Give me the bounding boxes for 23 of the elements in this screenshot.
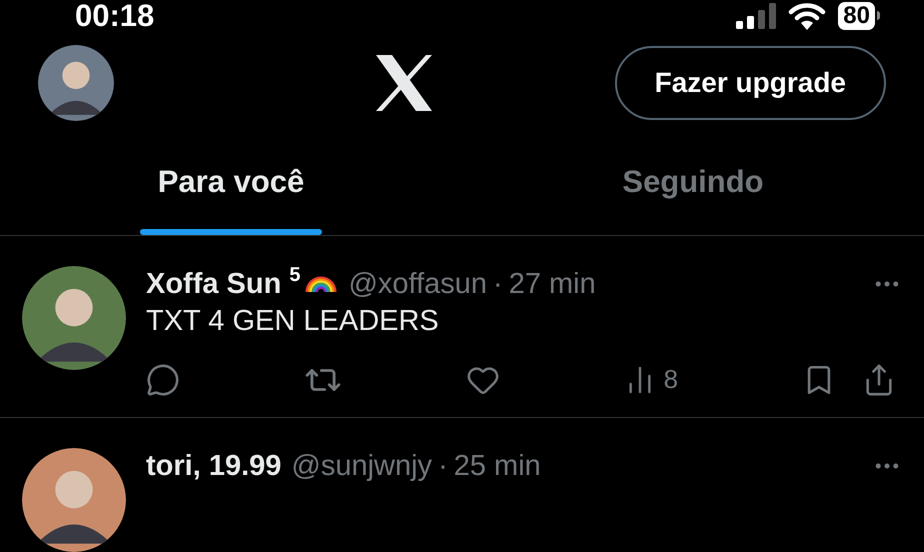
status-time: 00:18 [75, 0, 154, 31]
feed-tab[interactable]: Seguindo [462, 136, 924, 235]
separator: · [493, 267, 503, 302]
reply-icon[interactable] [146, 362, 180, 396]
post-text: TXT 4 GEN LEADERS [146, 304, 440, 339]
superscript-number: 5 [289, 264, 300, 286]
upgrade-button[interactable]: Fazer upgrade [614, 46, 886, 120]
x-logo [374, 55, 434, 112]
avatar[interactable] [38, 45, 114, 122]
battery-indicator: 80 [838, 2, 880, 30]
signal-icon [736, 2, 776, 28]
separator: · [438, 449, 448, 484]
wifi-icon [788, 2, 826, 30]
feed-tab[interactable]: Para você [0, 136, 462, 235]
avatar[interactable] [22, 266, 126, 370]
post-time: 25 min [454, 449, 541, 484]
author-name[interactable]: tori, 19.99 [146, 448, 282, 484]
author-name[interactable]: Xoffa Sun [146, 266, 282, 302]
author-handle[interactable]: @xoffasun [348, 266, 488, 302]
avatar[interactable] [22, 448, 126, 552]
post-time: 27 min [508, 267, 596, 302]
author-handle[interactable]: @sunjwnjy [291, 448, 432, 484]
views-count: 8 [664, 363, 678, 396]
